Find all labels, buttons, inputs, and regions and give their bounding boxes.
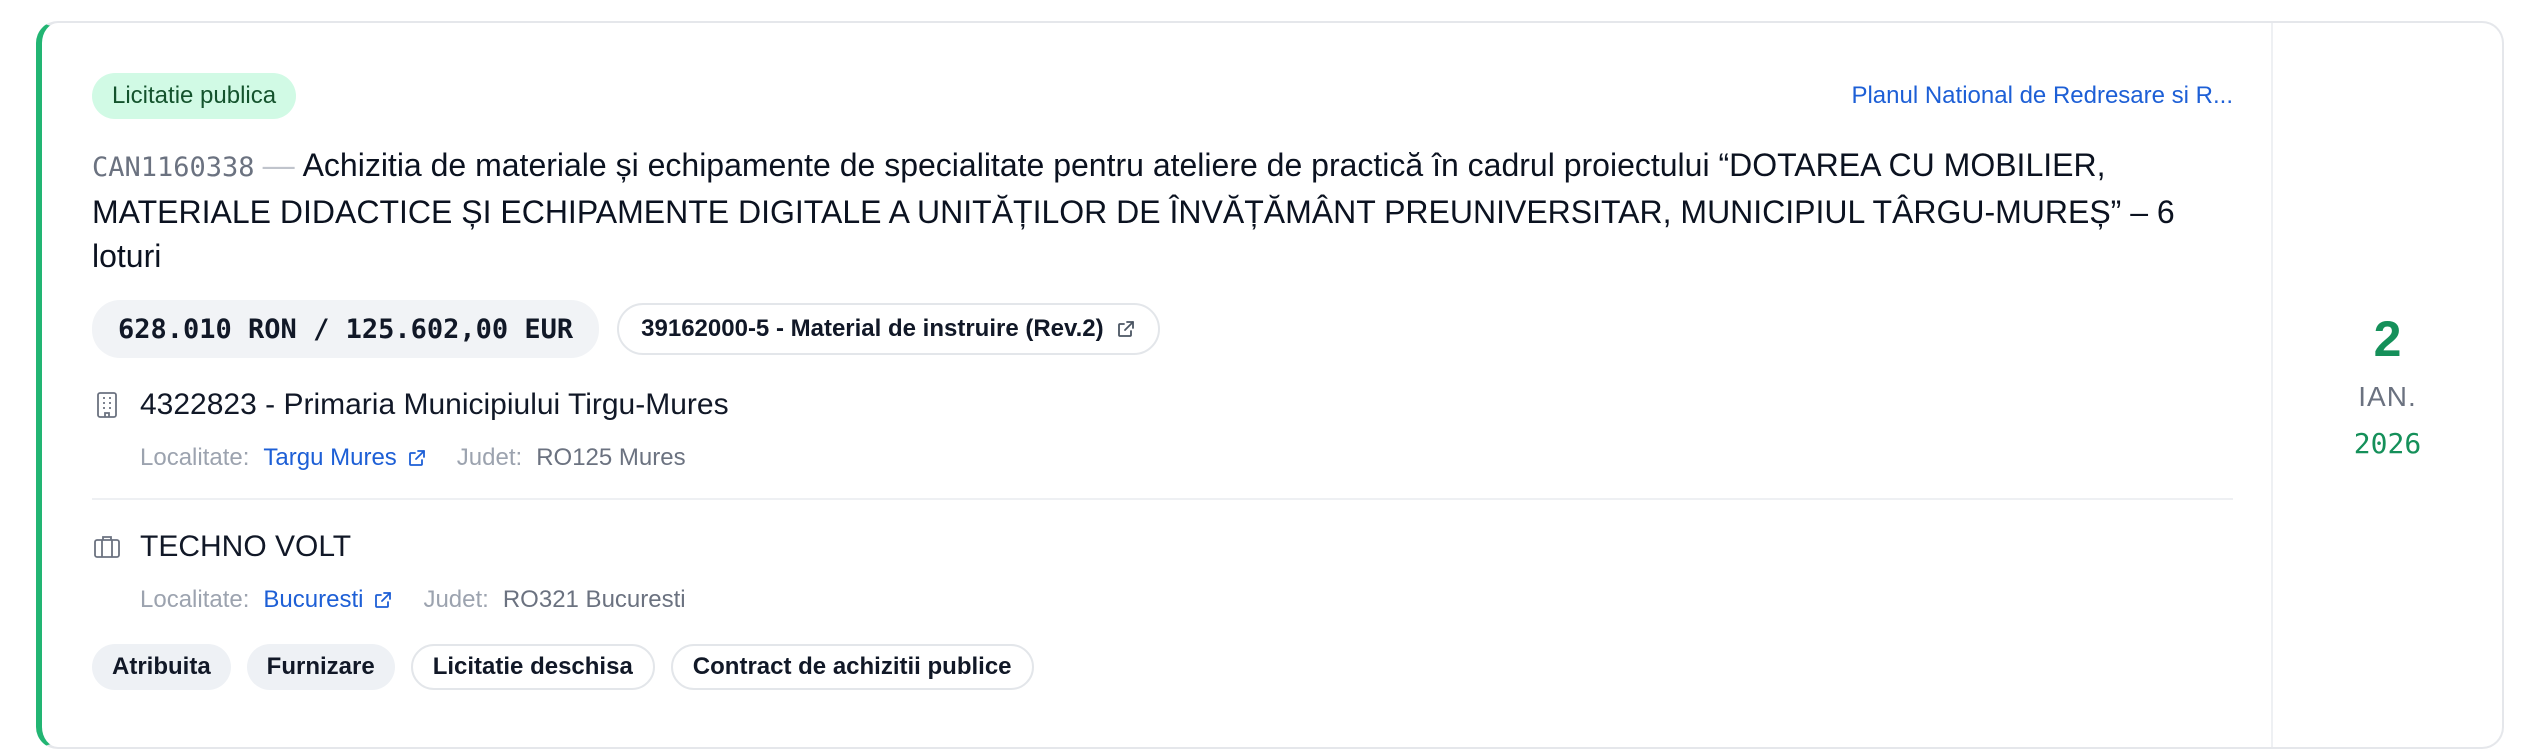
- supplier-location: Localitate: Bucuresti Judet: RO321 Bucur…: [92, 586, 2233, 614]
- county-label: Judet:: [423, 586, 489, 613]
- supplier-locality-link[interactable]: Bucuresti: [263, 586, 393, 614]
- authority-locality-link[interactable]: Targu Mures: [263, 444, 426, 472]
- authority-location: Localitate: Targu Mures Judet: RO125 Mur…: [92, 444, 2233, 472]
- external-link-icon: [375, 592, 392, 608]
- date-month: IAN.: [2358, 380, 2417, 412]
- publication-date: 2 IAN. 2026: [2271, 23, 2502, 747]
- authority-name[interactable]: 4322823 - Primaria Municipiului Tirgu-Mu…: [140, 388, 729, 422]
- authority-row: 4322823 - Primaria Municipiului Tirgu-Mu…: [92, 388, 2233, 422]
- funding-program-link[interactable]: Planul National de Redresare si R...: [1851, 82, 2233, 110]
- date-day: 2: [2373, 310, 2402, 367]
- building-icon: [97, 392, 117, 418]
- supplier-row: TECHNO VOLT: [92, 530, 2233, 564]
- locality-label: Localitate:: [140, 586, 250, 613]
- notice-title[interactable]: CAN1160338— Achizitia de materiale și ech…: [92, 143, 2233, 278]
- cpv-code-label: 39162000-5 - Material de instruire (Rev.…: [641, 315, 1104, 342]
- notice-tags: Atribuita Furnizare Licitatie deschisa C…: [92, 644, 2233, 690]
- contract-type-tag[interactable]: Furnizare: [246, 644, 395, 690]
- value-chips: 628.010 RON / 125.602,00 EUR 39162000-5 …: [92, 300, 2233, 358]
- title-separator: —: [262, 147, 295, 183]
- notice-header: Licitatie publica Planul National de Red…: [92, 73, 2233, 119]
- locality-label: Localitate:: [140, 444, 250, 471]
- cpv-code-chip[interactable]: 39162000-5 - Material de instruire (Rev.…: [617, 303, 1160, 355]
- notice-code: CAN1160338: [92, 152, 255, 183]
- supplier-name[interactable]: TECHNO VOLT: [140, 530, 351, 564]
- contract-value-chip: 628.010 RON / 125.602,00 EUR: [92, 300, 600, 358]
- county-label: Judet:: [456, 444, 523, 471]
- external-link-icon: [1117, 321, 1134, 337]
- contract-category-tag[interactable]: Contract de achizitii publice: [670, 644, 1034, 690]
- briefcase-icon: [94, 536, 120, 558]
- procedure-tag[interactable]: Licitatie deschisa: [410, 644, 655, 690]
- supplier-locality: Bucuresti: [263, 586, 364, 613]
- notice-main: Licitatie publica Planul National de Red…: [42, 23, 2279, 747]
- authority-locality: Targu Mures: [263, 444, 397, 471]
- notice-title-text: Achizitia de materiale și echipamente de…: [92, 147, 2175, 274]
- supplier: TECHNO VOLT Localitate: Bucuresti Judet:…: [92, 498, 2233, 614]
- supplier-county: RO321 Bucuresti: [502, 586, 686, 613]
- status-tag[interactable]: Atribuita: [92, 644, 231, 690]
- contracting-authority: 4322823 - Primaria Municipiului Tirgu-Mu…: [92, 358, 2233, 472]
- authority-county: RO125 Mures: [536, 444, 686, 471]
- date-year: 2026: [2353, 426, 2422, 460]
- procedure-type-badge: Licitatie publica: [92, 73, 297, 119]
- notice-card[interactable]: Licitatie publica Planul National de Red…: [36, 21, 2504, 749]
- external-link-icon: [408, 450, 425, 466]
